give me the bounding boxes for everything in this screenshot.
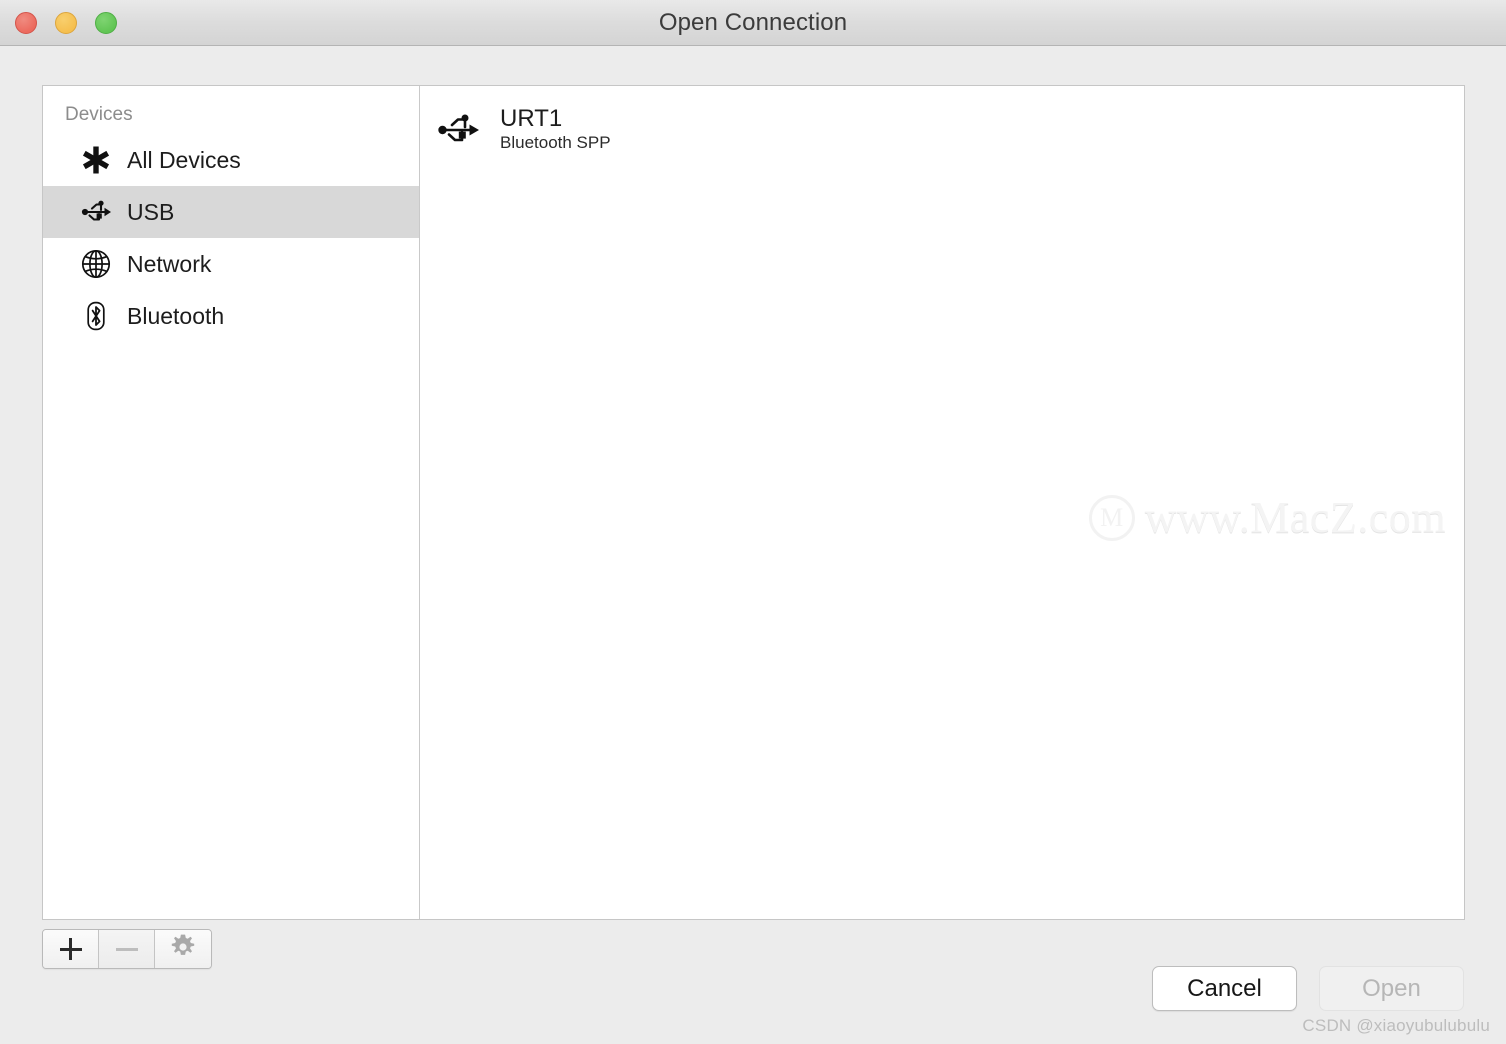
gear-icon <box>170 934 196 965</box>
bluetooth-icon <box>79 299 113 333</box>
minimize-button[interactable] <box>55 12 77 34</box>
asterisk-icon <box>79 143 113 177</box>
device-text-block: URT1 Bluetooth SPP <box>500 106 611 152</box>
device-subtitle: Bluetooth SPP <box>500 133 611 153</box>
remove-device-button[interactable] <box>99 930 155 968</box>
globe-icon <box>79 247 113 281</box>
minus-icon <box>115 947 138 951</box>
sidebar: Devices All Devices USB Network Bluetoot… <box>43 86 420 919</box>
sidebar-item-bluetooth[interactable]: Bluetooth <box>43 290 419 342</box>
sidebar-item-network[interactable]: Network <box>43 238 419 290</box>
watermark-text: www.MacZ.com <box>1144 493 1446 542</box>
cancel-button[interactable]: Cancel <box>1152 966 1297 1011</box>
plus-icon <box>59 938 82 960</box>
sidebar-section-header: Devices <box>65 104 133 125</box>
traffic-lights <box>15 0 117 46</box>
credit-text: CSDN @xiaoyubulubulu <box>1302 1016 1490 1035</box>
usb-icon <box>434 107 484 151</box>
maczcom-logo-icon: M <box>1088 494 1135 541</box>
sidebar-item-label: All Devices <box>127 146 241 173</box>
open-connection-window: Open Connection Devices All Devices USB … <box>0 0 1506 1044</box>
device-title: URT1 <box>500 105 563 132</box>
open-button[interactable]: Open <box>1319 966 1464 1011</box>
sidebar-item-label: Network <box>127 250 212 277</box>
device-settings-button[interactable] <box>155 930 211 968</box>
sidebar-item-label: Bluetooth <box>127 302 225 329</box>
usb-icon <box>79 195 113 229</box>
window-title: Open Connection <box>658 8 848 36</box>
content-panel: Devices All Devices USB Network Bluetoot… <box>42 85 1465 920</box>
dialog-body: Devices All Devices USB Network Bluetoot… <box>0 46 1506 1044</box>
close-button[interactable] <box>15 12 37 34</box>
device-actions-segmented-control <box>42 929 212 969</box>
sidebar-item-usb[interactable]: USB <box>43 186 419 238</box>
device-list: URT1 Bluetooth SPP M www.MacZ.com <box>420 86 1464 919</box>
device-list-item-urt1[interactable]: URT1 Bluetooth SPP <box>420 98 1464 160</box>
sidebar-item-all-devices[interactable]: All Devices <box>43 134 419 186</box>
maximize-button[interactable] <box>95 12 117 34</box>
sidebar-item-label: USB <box>127 198 175 225</box>
watermark: M www.MacZ.com <box>1088 492 1446 543</box>
footer-buttons: Cancel Open <box>1152 966 1464 1011</box>
titlebar: Open Connection <box>0 0 1506 46</box>
add-device-button[interactable] <box>43 930 99 968</box>
